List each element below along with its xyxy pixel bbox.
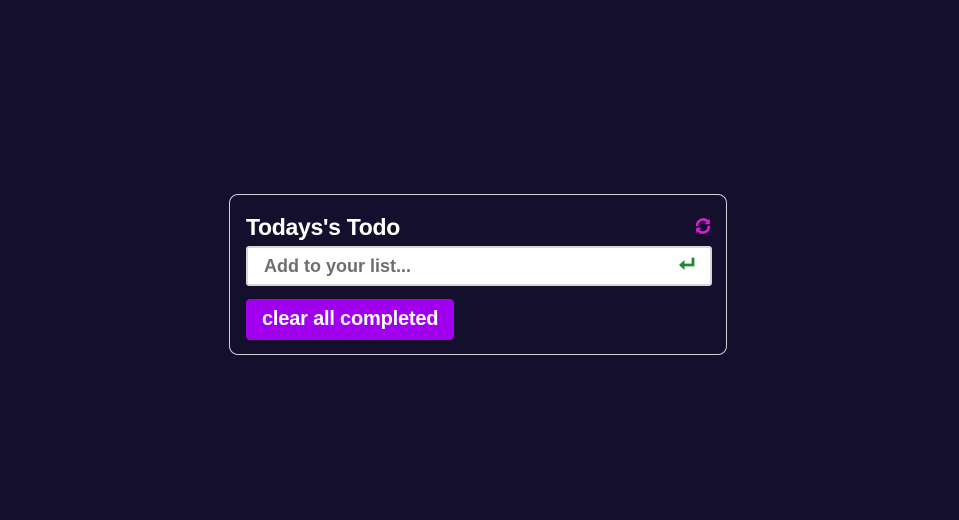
todo-input[interactable] (248, 248, 668, 284)
clear-completed-button[interactable]: clear all completed (246, 299, 455, 340)
todo-card: Todays's Todo clear all completed (229, 194, 727, 355)
todo-title: Todays's Todo (246, 214, 401, 240)
enter-icon[interactable] (678, 256, 698, 274)
refresh-icon[interactable] (694, 217, 712, 235)
todo-input-wrapper (246, 246, 712, 286)
page: Todays's Todo clear all completed (0, 0, 959, 520)
